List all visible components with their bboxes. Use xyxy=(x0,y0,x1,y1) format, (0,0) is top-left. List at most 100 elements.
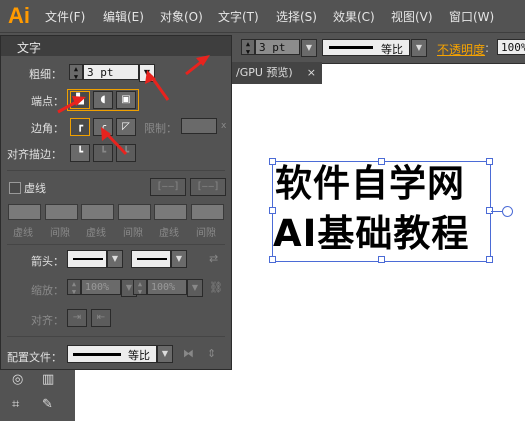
cap-label: 端点： xyxy=(31,95,64,108)
arrowhead-line-icon xyxy=(73,258,103,260)
dash-label-3: 虚线 xyxy=(159,228,179,239)
miter-join-icon[interactable]: ┏ xyxy=(70,118,90,136)
slice-icon[interactable]: ✎ xyxy=(42,397,53,412)
artboard-icon[interactable]: ⌗ xyxy=(12,397,19,412)
menu-effect[interactable]: 效果(C) xyxy=(333,8,375,25)
handle-tr[interactable] xyxy=(486,158,493,165)
menu-view[interactable]: 视图(V) xyxy=(391,8,433,25)
canvas-text-line2: AI基础教程 xyxy=(273,212,470,255)
dash-align-icon[interactable]: [‒‒] xyxy=(190,178,226,196)
profile-label: 等比 xyxy=(381,43,403,56)
stroke-stepper[interactable]: ▲ ▼ xyxy=(241,39,255,56)
weight-label: 粗细： xyxy=(29,68,62,81)
butt-cap-icon[interactable]: ▙ xyxy=(70,91,90,109)
stroke-weight-dropdown-icon[interactable]: ▼ xyxy=(301,39,317,57)
symbol-sprayer-icon[interactable]: ◎ xyxy=(12,372,23,387)
scale-start-input[interactable]: 100% xyxy=(81,279,121,295)
gap-label-3: 间隙 xyxy=(196,228,216,239)
dash-label-1: 虚线 xyxy=(13,228,33,239)
panel-header: 文字 xyxy=(1,36,231,56)
profile-label: 配置文件： xyxy=(7,351,62,364)
menu-bar: Ai 文件(F) 编辑(E) 对象(O) 文字(T) 选择(S) 效果(C) 视… xyxy=(0,0,525,32)
column-graph-icon[interactable]: ▥ xyxy=(42,372,54,387)
panel-title: 文字 xyxy=(17,41,42,55)
weight-input[interactable]: 3 pt xyxy=(83,64,139,80)
end-arrowhead-select[interactable] xyxy=(131,250,171,268)
arrowheads-label: 箭头： xyxy=(31,255,64,268)
menu-select[interactable]: 选择(S) xyxy=(276,8,317,25)
profile-dropdown-icon[interactable]: ▼ xyxy=(411,39,427,57)
dashed-label: 虚线 xyxy=(24,182,46,195)
scale-end-stepper[interactable]: ▲ ▼ xyxy=(133,279,147,296)
bevel-join-icon[interactable]: ◸ xyxy=(116,118,136,136)
start-arrowhead-dropdown-icon[interactable]: ▼ xyxy=(107,250,123,268)
weight-stepper[interactable]: ▲ ▼ xyxy=(69,64,83,81)
dash-label-2: 虚线 xyxy=(86,228,106,239)
gap-label-1: 间隙 xyxy=(50,228,70,239)
stroke-weight-input[interactable]: 3 pt xyxy=(255,39,300,55)
handle-bl[interactable] xyxy=(269,256,276,263)
stroke-panel: 文字 粗细： ▲ ▼ 3 pt ▼ 端点： ▙ ◖ ▣ 边角： ┏ ╭ ◸ 限制：… xyxy=(0,35,232,370)
document-tab-label: /GPU 预览) xyxy=(236,66,293,79)
canvas-text-line1: 软件自学网 xyxy=(275,162,465,205)
weight-dropdown-icon[interactable]: ▼ xyxy=(139,64,155,82)
document-tab[interactable]: /GPU 预览) × xyxy=(232,62,322,84)
dash-input-2[interactable] xyxy=(81,204,114,220)
link-scale-icon[interactable]: ⛓ xyxy=(209,281,223,294)
arrow-align-label: 对齐： xyxy=(31,314,64,327)
dash-input-3[interactable] xyxy=(154,204,187,220)
gap-input-2[interactable] xyxy=(118,204,151,220)
gap-input-3[interactable] xyxy=(191,204,224,220)
menu-type[interactable]: 文字(T) xyxy=(218,8,259,25)
opacity-link[interactable]: 不透明度 xyxy=(437,41,485,58)
scale-start-stepper[interactable]: ▲ ▼ xyxy=(67,279,81,296)
corner-label: 边角： xyxy=(31,122,64,135)
scale-label: 缩放： xyxy=(31,284,64,297)
limit-x-label: x xyxy=(221,121,227,131)
menu-object[interactable]: 对象(O) xyxy=(160,8,203,25)
align-outside-icon[interactable]: ┗ xyxy=(116,144,136,162)
scale-end-dropdown-icon[interactable]: ▼ xyxy=(187,279,203,297)
align-inside-icon[interactable]: ┗ xyxy=(93,144,113,162)
profile-line-icon xyxy=(329,46,373,49)
round-cap-icon[interactable]: ◖ xyxy=(93,91,113,109)
opacity-input[interactable]: 100% xyxy=(497,39,525,55)
arrow-place-icon[interactable]: ⇤ xyxy=(91,309,111,327)
arrow-extend-icon[interactable]: ⇥ xyxy=(67,309,87,327)
align-center-icon[interactable]: ┗ xyxy=(70,144,90,162)
swap-arrowheads-icon[interactable]: ⇄ xyxy=(209,252,218,265)
menu-file[interactable]: 文件(F) xyxy=(45,8,85,25)
flip-vertical-icon[interactable]: ⇕ xyxy=(207,347,216,360)
profile-select[interactable]: 等比 xyxy=(67,345,157,363)
end-arrowhead-dropdown-icon[interactable]: ▼ xyxy=(171,250,187,268)
app-logo: Ai xyxy=(8,3,30,28)
profile-value: 等比 xyxy=(128,349,150,362)
projecting-cap-icon[interactable]: ▣ xyxy=(116,91,136,109)
scale-end-input[interactable]: 100% xyxy=(147,279,187,295)
profile-dropdown-icon[interactable]: ▼ xyxy=(157,345,173,363)
separator xyxy=(7,244,225,245)
dash-input-1[interactable] xyxy=(8,204,41,220)
menu-window[interactable]: 窗口(W) xyxy=(449,8,494,25)
gap-label-2: 间隙 xyxy=(123,228,143,239)
profile-line-icon xyxy=(73,353,121,356)
separator xyxy=(7,336,225,337)
text-thread-port-icon[interactable] xyxy=(502,206,513,217)
dashed-checkbox[interactable] xyxy=(9,182,21,194)
arrowhead-line-icon xyxy=(137,258,167,260)
limit-label: 限制： xyxy=(144,122,177,135)
limit-input[interactable] xyxy=(181,118,217,134)
close-tab-icon[interactable]: × xyxy=(307,62,316,84)
align-stroke-label: 对齐描边： xyxy=(7,148,62,161)
separator xyxy=(7,170,225,171)
menu-edit[interactable]: 编辑(E) xyxy=(103,8,144,25)
flip-horizontal-icon[interactable]: ⧓ xyxy=(183,347,194,360)
dash-preserve-icon[interactable]: [‒‒] xyxy=(150,178,186,196)
round-join-icon[interactable]: ╭ xyxy=(93,118,113,136)
handle-bc[interactable] xyxy=(378,256,385,263)
opacity-colon: : xyxy=(485,41,490,55)
gap-input-1[interactable] xyxy=(45,204,78,220)
handle-br[interactable] xyxy=(486,256,493,263)
variable-width-profile[interactable]: 等比 xyxy=(322,39,410,56)
start-arrowhead-select[interactable] xyxy=(67,250,107,268)
